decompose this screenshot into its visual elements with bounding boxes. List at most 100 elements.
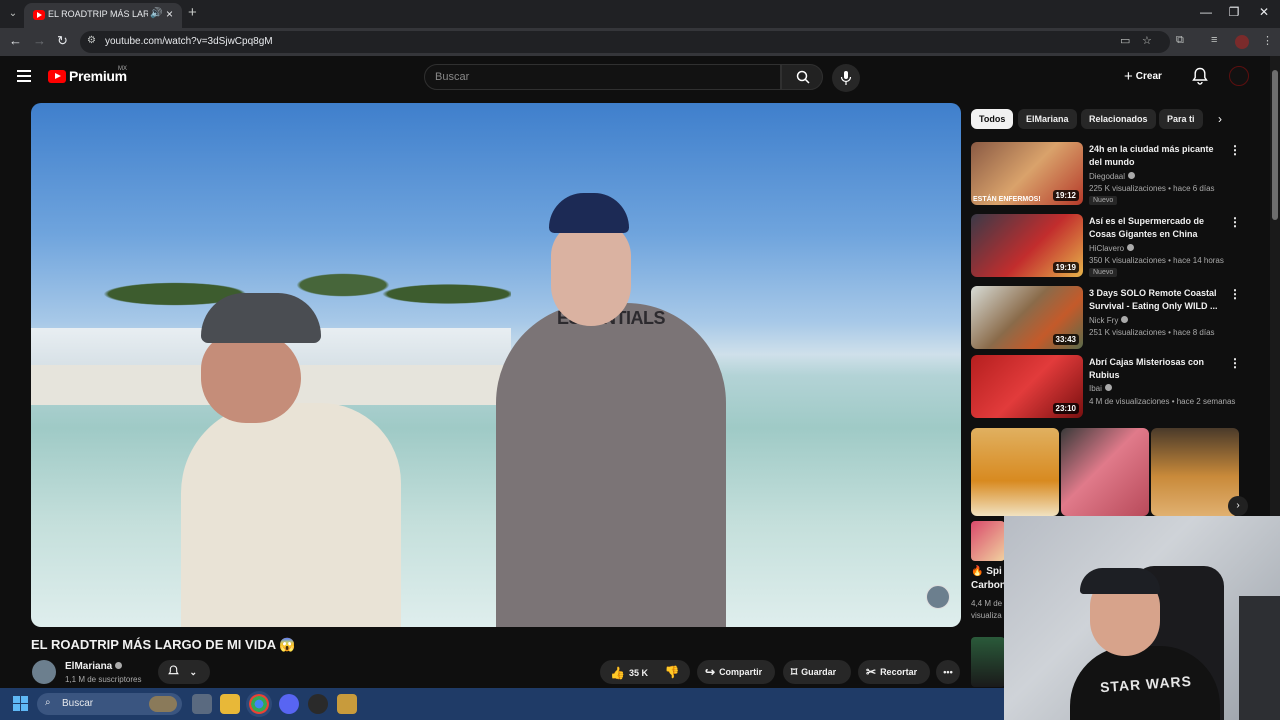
scrollbar-thumb[interactable] [1272,70,1278,220]
restore-icon[interactable]: ❐ [1224,5,1244,19]
search-icon: ⌕ [45,697,51,708]
bookmark-star-icon[interactable]: ☆ [1142,34,1152,47]
video-player[interactable]: ESSENTIALS [31,103,961,627]
url-text: youtube.com/watch?v=3dSjwCpq8gM [105,36,273,47]
recommendation-item[interactable]: ESTÁN ENFERMOS! 19:12 24h en la ciudad m… [971,142,1261,206]
more-vertical-icon[interactable]: ⋮ [1229,215,1241,229]
address-bar[interactable]: ⚙ youtube.com/watch?v=3dSjwCpq8gM [80,31,1170,53]
browser-tabbar: ⌄ EL ROADTRIP MÁS LARGO DE MI VIDA 🔊 × +… [0,0,1280,28]
chip-todos[interactable]: Todos [971,109,1014,129]
shorts-next-icon[interactable]: › [1228,496,1248,516]
webcam-overlay: STAR WARS [1004,516,1280,720]
search-button[interactable] [781,64,823,90]
short-thumbnail[interactable] [1151,428,1239,516]
shorts-shelf [971,428,1239,516]
short-thumbnail[interactable] [1061,428,1149,516]
reading-list-icon[interactable]: ≡ [1211,34,1217,46]
channel-name[interactable]: ElMariana [65,661,123,672]
microphone-icon [840,71,852,85]
rec-title[interactable]: 3 Days SOLO Remote Coastal Survival - Ea… [1089,287,1219,313]
windows-start-icon[interactable] [13,696,29,712]
rec-title[interactable]: Así es el Supermercado de Cosas Gigantes… [1089,215,1219,241]
video-title: EL ROADTRIP MÁS LARGO DE MI VIDA 😱 [31,637,296,652]
rec-meta: 251 K visualizaciones • hace 8 días [1089,328,1215,337]
video-thumbnail[interactable] [971,521,1005,561]
video-thumbnail[interactable]: 19:19 [971,214,1083,277]
chip-para-ti[interactable]: Para ti [1159,109,1203,129]
search-input[interactable]: Buscar [424,64,781,90]
duration-badge: 19:12 [1052,190,1079,201]
clip-button[interactable]: ✂ Recortar [858,660,930,684]
profile-avatar[interactable] [1235,35,1249,49]
video-thumbnail[interactable] [971,637,1005,687]
more-actions-button[interactable]: ••• [936,660,960,684]
create-label: Crear [1135,71,1162,82]
menu-icon[interactable] [17,70,31,82]
taskbar-search[interactable]: ⌕ Buscar [37,693,182,715]
voice-search-button[interactable] [832,64,860,92]
person-left [161,293,411,627]
tab-audio-icon[interactable]: 🔊 [150,8,162,19]
rec-meta: 225 K visualizaciones • hace 6 días [1089,184,1215,193]
discord-icon[interactable] [279,694,299,714]
share-button[interactable]: ↪ Compartir [697,660,775,684]
more-vertical-icon[interactable]: ⋮ [1229,287,1241,301]
tab-search-icon[interactable]: ⌄ [4,5,22,23]
country-code: MX [118,66,127,72]
back-icon[interactable]: ← [9,33,22,48]
account-avatar[interactable] [1229,66,1249,86]
app-icon[interactable] [308,694,328,714]
rec-channel[interactable]: Diegodaal [1089,172,1136,181]
save-button[interactable]: ⌑ Guardar [783,660,851,684]
subscription-bell-button[interactable]: ⌄ [158,660,210,684]
video-thumbnail[interactable]: ESTÁN ENFERMOS! 19:12 [971,142,1083,205]
rec-channel[interactable]: Nick Fry [1089,316,1129,325]
browser-tab[interactable]: EL ROADTRIP MÁS LARGO DE MI VIDA 🔊 × [24,3,182,28]
minimize-icon[interactable]: — [1196,5,1216,19]
recommendation-item[interactable]: 19:19 Así es el Supermercado de Cosas Gi… [971,214,1261,278]
chrome-icon[interactable] [249,694,269,714]
notifications-bell-icon[interactable] [1192,67,1208,85]
browser-menu-icon[interactable]: ⋮ [1262,34,1273,47]
file-explorer-icon[interactable] [220,694,240,714]
new-badge: Nuevo [1089,196,1118,205]
recommendation-item[interactable]: 23:10 Abrí Cajas Misteriosas con Rubius … [971,355,1261,419]
duration-badge: 19:19 [1052,262,1079,273]
more-vertical-icon[interactable]: ⋮ [1229,356,1241,370]
rec-meta: 4 M de visualizaciones • hace 2 semanas [1089,397,1236,406]
tab-close-icon[interactable]: × [166,7,173,21]
extensions-icon[interactable]: ⧉ [1176,34,1184,47]
video-thumbnail[interactable]: 23:10 [971,355,1083,418]
verified-icon [1128,172,1136,179]
league-of-legends-icon[interactable] [337,694,357,714]
rec-title[interactable]: 🔥 Spi Carbon [971,565,1006,593]
search-icon [796,70,810,84]
reload-icon[interactable]: ↻ [57,33,68,49]
like-dislike-group: 👍 35 K 👎 [600,660,690,684]
forward-icon[interactable]: → [33,33,46,48]
task-view-icon[interactable] [192,694,212,714]
create-button[interactable]: + Crear [1124,68,1162,85]
chevron-right-icon[interactable]: › [1218,112,1222,126]
dislike-icon[interactable]: 👎 [664,665,679,679]
short-thumbnail[interactable] [971,428,1059,516]
youtube-logo-icon[interactable] [48,70,66,83]
rec-channel[interactable]: HiClavero [1089,244,1135,253]
like-button[interactable]: 👍 35 K [610,666,648,680]
rec-meta: 4,4 M de visualiza [971,599,1003,620]
site-info-icon[interactable]: ⚙ [87,35,96,46]
new-tab-icon[interactable]: + [188,4,197,21]
more-vertical-icon[interactable]: ⋮ [1229,143,1241,157]
chip-elmariana[interactable]: ElMariana [1018,109,1077,129]
rec-title[interactable]: Abrí Cajas Misteriosas con Rubius [1089,356,1219,382]
channel-watermark[interactable] [926,585,950,609]
recommendation-item[interactable]: 33:43 3 Days SOLO Remote Coastal Surviva… [971,286,1261,350]
rec-title[interactable]: 24h en la ciudad más picante del mundo [1089,143,1219,169]
cast-icon[interactable]: ▭ [1120,34,1130,47]
close-window-icon[interactable]: ✕ [1254,5,1274,19]
rec-channel[interactable]: Ibai [1089,384,1112,393]
subscriber-count: 1,1 M de suscriptores [65,675,142,684]
channel-avatar[interactable] [32,660,56,684]
chip-relacionados[interactable]: Relacionados [1081,109,1156,129]
video-thumbnail[interactable]: 33:43 [971,286,1083,349]
